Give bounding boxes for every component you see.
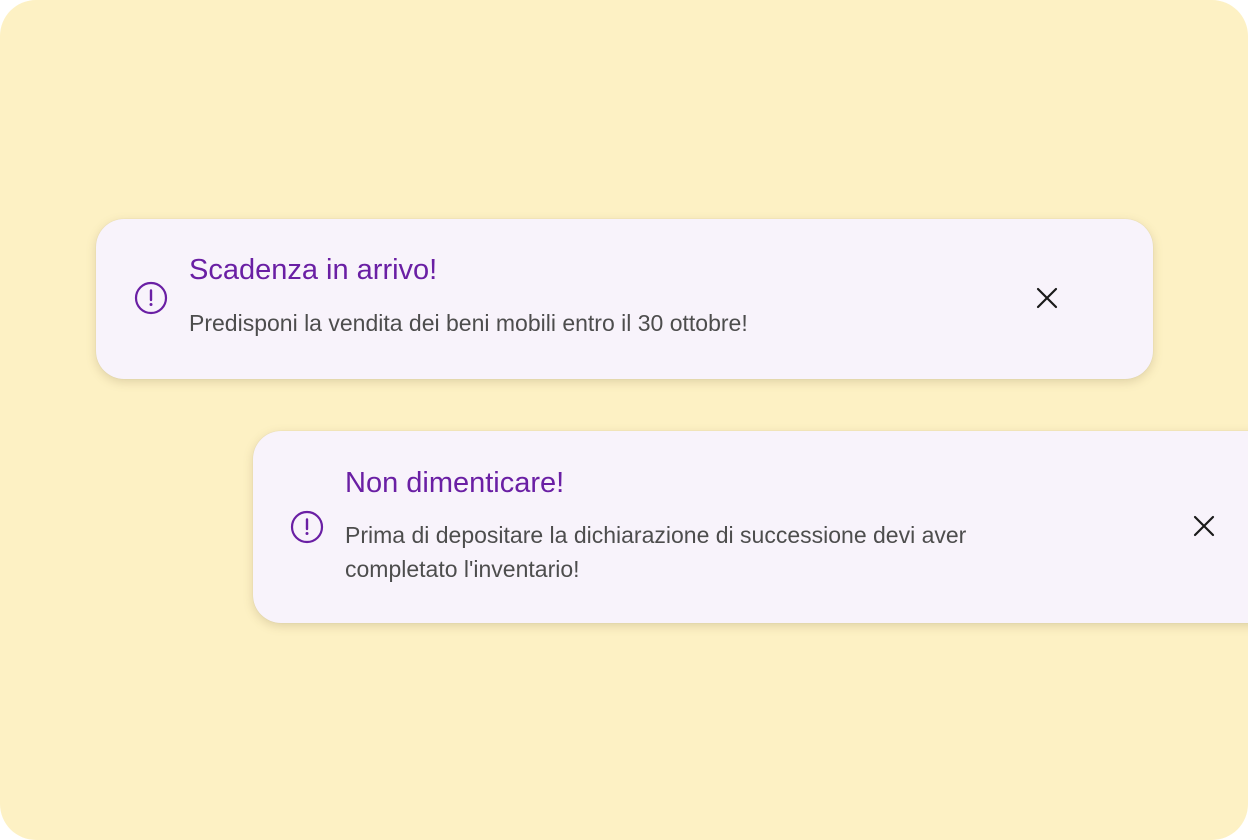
alert-circle-icon: [134, 281, 168, 315]
close-icon: [1193, 515, 1215, 537]
notification-title: Scadenza in arrivo!: [189, 254, 438, 286]
alert-circle-icon: [290, 510, 324, 544]
close-button[interactable]: [1031, 282, 1063, 314]
close-button[interactable]: [1188, 510, 1220, 542]
notification-toast-reminder: Non dimenticare! Prima di depositare la …: [253, 431, 1248, 623]
close-icon: [1036, 287, 1058, 309]
notification-message: Prima di depositare la dichiarazione di …: [345, 522, 967, 582]
notification-toast-deadline: Scadenza in arrivo! Predisponi la vendit…: [96, 219, 1153, 379]
notification-title: Non dimenticare!: [345, 467, 565, 499]
notification-message: Predisponi la vendita dei beni mobili en…: [189, 310, 748, 336]
notification-canvas: Scadenza in arrivo! Predisponi la vendit…: [0, 0, 1248, 840]
